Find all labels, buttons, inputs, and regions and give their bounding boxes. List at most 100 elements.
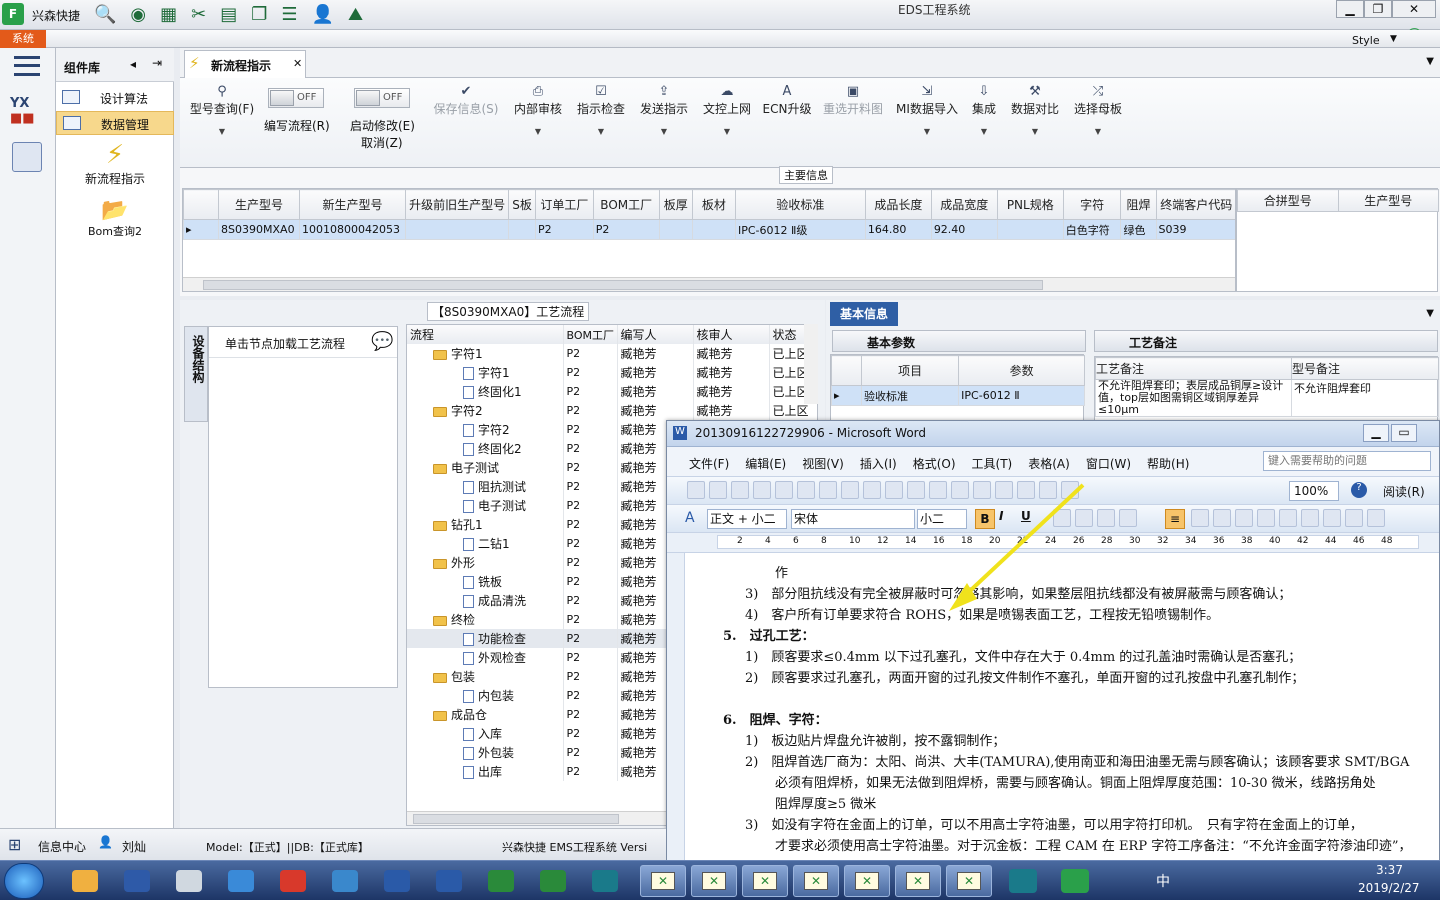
column-header[interactable]: BOM工厂 — [563, 325, 618, 344]
tree-node-label[interactable]: 终检 — [451, 613, 475, 627]
column-header[interactable]: 核审人 — [693, 325, 770, 344]
copy-icon[interactable] — [885, 481, 903, 499]
paragraph-line[interactable]: 3) 如没有字符在金面上的订单，可以不用高士字符油墨，可以用字符打印机。 只有字… — [723, 815, 1423, 836]
paragraph-line[interactable] — [723, 689, 1423, 710]
data-compare-button[interactable]: ⚒ 数据对比 ▼ — [1008, 84, 1062, 136]
paragraph-line[interactable]: 1) 顾客要求≤0.4mm 以下过孔塞孔，文件中存在大于 0.4mm 的过孔盖油… — [723, 647, 1423, 668]
word-menu-item[interactable]: 文件(F) — [689, 455, 729, 472]
maximize-button[interactable]: ▭ — [1391, 424, 1417, 442]
ecn-upgrade-button[interactable]: A ECN升级 — [762, 84, 812, 117]
tree-row[interactable]: 字符1 P2 臧艳芳 臧艳芳 已上区 — [407, 363, 817, 382]
tree-node-label[interactable]: 电子测试 — [478, 499, 526, 513]
taskbar-window-button[interactable]: ✕ — [844, 865, 890, 897]
column-header[interactable]: 生产型号 — [1337, 189, 1439, 212]
cell[interactable] — [508, 219, 537, 240]
start-modify-toggle[interactable]: OFF — [354, 88, 410, 108]
cell[interactable]: P2 — [592, 219, 660, 240]
taskbar-save-app-icon[interactable] — [114, 865, 160, 897]
tree-node-label[interactable]: 功能检查 — [478, 632, 526, 646]
doc-online-button[interactable]: ☁ 文控上网 ▼ — [699, 84, 755, 136]
reselect-cutting-button[interactable]: ▣ 重选开料图 — [820, 84, 886, 117]
column-header[interactable]: 成品长度 — [864, 189, 932, 220]
minimize-button[interactable]: ▁ — [1363, 424, 1389, 442]
tree-node-label[interactable]: 出库 — [478, 765, 502, 779]
column-header[interactable]: 终端客户代码 — [1155, 189, 1235, 220]
ime-indicator[interactable]: 中 — [1156, 871, 1170, 891]
bullets-icon[interactable] — [1279, 509, 1297, 527]
column-header[interactable]: 升级前旧生产型号 — [405, 189, 510, 220]
taskbar-scanner-icon[interactable] — [166, 865, 212, 897]
cell[interactable]: IPC-6012 Ⅱ级 — [734, 219, 866, 240]
model-remark[interactable]: 不允许阻焊套印 — [1291, 379, 1439, 417]
tree-node-label[interactable]: 字符1 — [478, 366, 510, 380]
paragraph-line[interactable]: 1) 板边贴片焊盘允许被削，按不露铜制作； — [723, 731, 1423, 752]
tree-node-label[interactable]: 终固化2 — [478, 442, 522, 456]
maximize-button[interactable]: ❐ — [1364, 0, 1392, 18]
tool-new-flow[interactable]: ⚡ 新流程指示 — [56, 140, 174, 188]
tree-vertical-scrollbar[interactable] — [804, 324, 818, 404]
tree-node-label[interactable]: 字符2 — [478, 423, 510, 437]
align-left-icon[interactable] — [1119, 509, 1137, 527]
research-icon[interactable] — [841, 481, 859, 499]
tree-node-label[interactable]: 阻抗测试 — [478, 480, 526, 494]
numbering-icon[interactable] — [1257, 509, 1275, 527]
justify-icon[interactable] — [1213, 509, 1231, 527]
permission-icon[interactable] — [753, 481, 771, 499]
paragraph-line[interactable]: 阻焊厚度≥5 微米 — [723, 794, 1423, 815]
char-scale-icon[interactable] — [1097, 509, 1115, 527]
font-color-icon[interactable] — [1367, 509, 1385, 527]
tree-node-label[interactable]: 字符1 — [451, 347, 483, 361]
taskbar-excel-icon[interactable] — [530, 865, 576, 897]
tree-node-label[interactable]: 包装 — [451, 670, 475, 684]
save-info-button[interactable]: ✔ 保存信息(S) — [430, 84, 502, 117]
tree-node-label[interactable]: 电子测试 — [451, 461, 499, 475]
close-tab-icon[interactable]: ✕ — [293, 57, 302, 70]
param-value[interactable]: IPC-6012 Ⅱ — [958, 385, 1085, 406]
tree-row[interactable]: 终固化1 P2 臧艳芳 臧艳芳 已上区 — [407, 382, 817, 401]
cell[interactable] — [405, 219, 510, 240]
style-menu[interactable]: Style — [1352, 34, 1380, 47]
paragraph-line[interactable]: 必须有阻焊桥，如果无法做到阻焊桥，需要与顾客确认。铜面上阻焊厚度范围：10-30… — [723, 773, 1423, 794]
integrate-button[interactable]: ⇩ 集成 ▼ — [966, 84, 1002, 136]
tree-row[interactable]: 字符1 P2 臧艳芳 臧艳芳 已上区 — [407, 344, 817, 363]
tree-node-label[interactable]: 成品清洗 — [478, 594, 526, 608]
close-button[interactable]: ✕ — [1392, 0, 1436, 18]
paragraph-line[interactable]: 5. 过孔工艺： — [723, 626, 1423, 647]
cell[interactable] — [658, 219, 693, 240]
remarks-tab[interactable]: 工艺备注 — [1094, 330, 1438, 352]
copy-icon[interactable]: ❐ — [251, 4, 267, 25]
cell[interactable]: P2 — [535, 219, 594, 240]
cell[interactable]: S039 — [1155, 219, 1235, 240]
cell[interactable] — [691, 219, 736, 240]
system-tab[interactable]: 系统 — [0, 30, 46, 48]
cancel-label[interactable]: 取消(Z) — [361, 134, 403, 151]
info-center-link[interactable]: 信息中心 — [38, 838, 86, 855]
help-search-input[interactable] — [1263, 451, 1431, 471]
column-header[interactable]: 新生产型号 — [298, 189, 407, 220]
tree-node-label[interactable]: 字符2 — [451, 404, 483, 418]
taskbar-shell-icon[interactable] — [62, 865, 108, 897]
search-icon[interactable]: 🔍 — [94, 4, 116, 25]
taskbar-chip-icon[interactable] — [582, 865, 628, 897]
word-menu-item[interactable]: 窗口(W) — [1086, 455, 1131, 472]
mi-import-button[interactable]: ⇲ MI数据导入 ▼ — [892, 84, 962, 136]
taskbar-window-button[interactable]: ✕ — [640, 865, 686, 897]
tool-bom-query[interactable]: 📂 Bom查询2 — [56, 198, 174, 246]
new-doc-icon[interactable] — [687, 481, 705, 499]
chevron-down-icon[interactable]: ▼ — [1426, 308, 1434, 319]
panel-item-data[interactable]: 数据管理 — [56, 111, 174, 135]
align-right-icon[interactable] — [1191, 509, 1209, 527]
column-header[interactable]: 验收标准 — [734, 189, 866, 220]
column-header[interactable]: PNL规格 — [996, 189, 1064, 220]
collapse-left-icon[interactable]: ◂ — [130, 57, 136, 71]
column-header[interactable]: S板 — [508, 189, 537, 220]
tree-node-label[interactable]: 内包装 — [478, 689, 514, 703]
edit-flow-toggle[interactable]: OFF — [268, 88, 324, 108]
font-box[interactable]: 宋体 — [791, 509, 915, 529]
help-icon[interactable]: ? — [1351, 482, 1367, 498]
paste-icon[interactable] — [907, 481, 925, 499]
word-menu-item[interactable]: 表格(A) — [1028, 455, 1070, 472]
line-spacing-icon[interactable] — [1235, 509, 1253, 527]
basic-info-tab[interactable]: 基本信息 — [830, 302, 898, 326]
taskbar-chip-icon[interactable] — [1000, 865, 1046, 897]
